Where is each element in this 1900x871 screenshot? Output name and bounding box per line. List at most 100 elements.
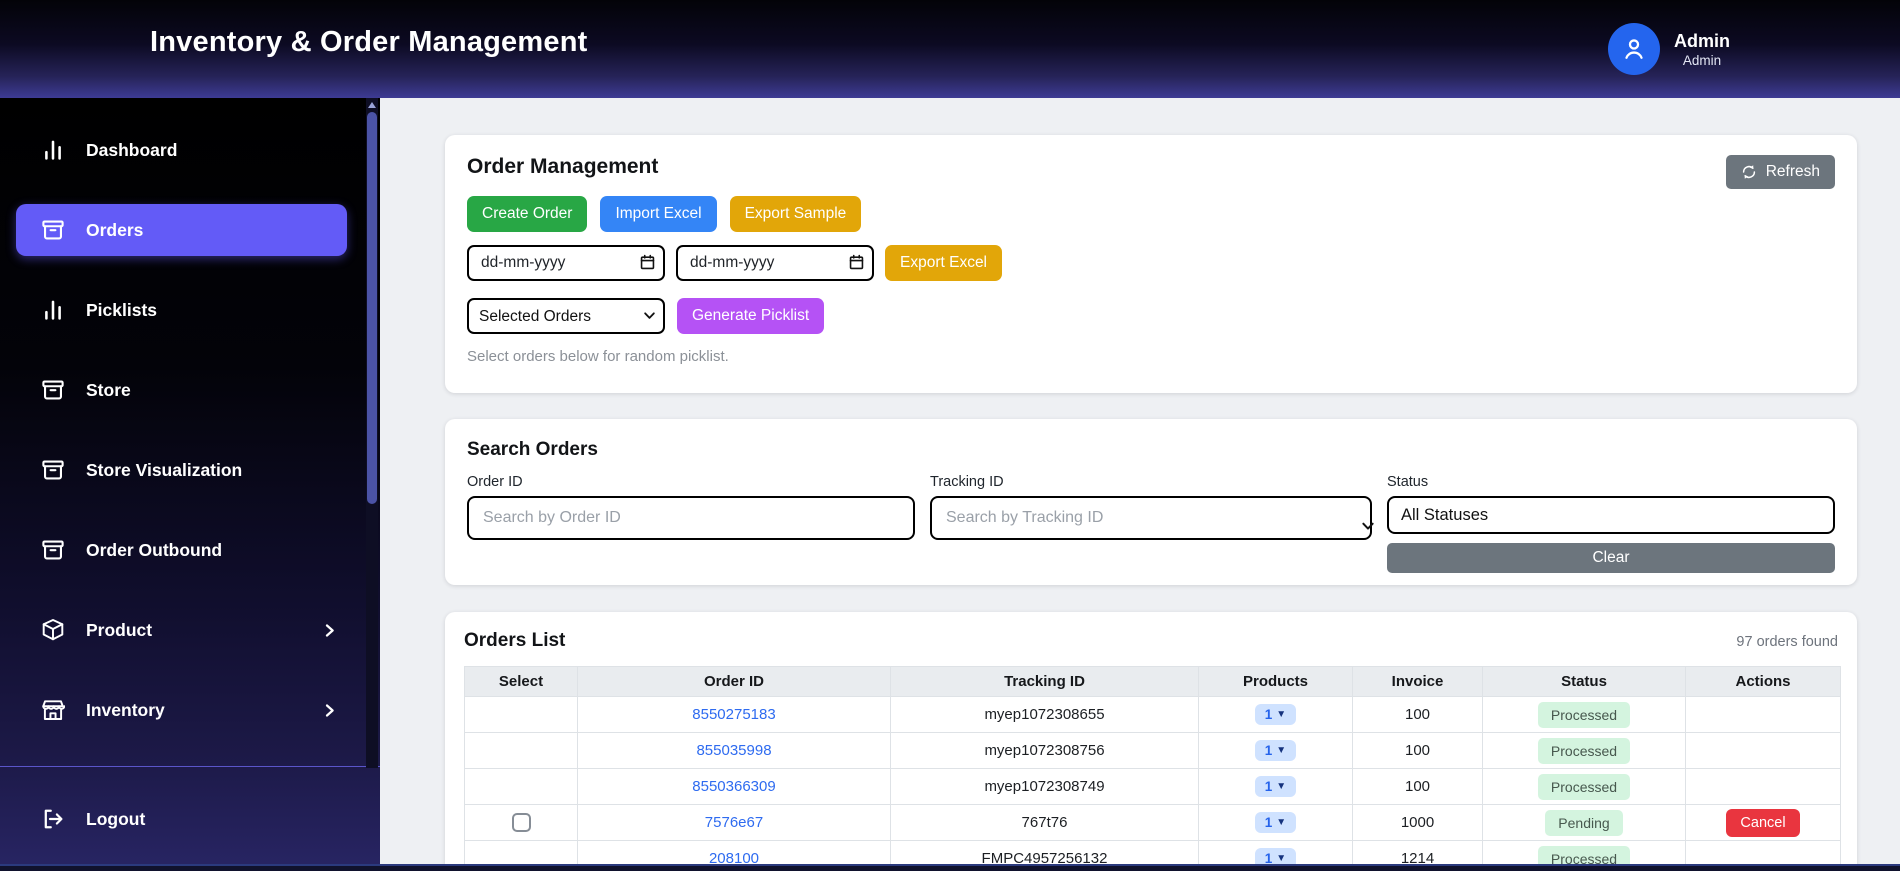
row-select-checkbox[interactable] xyxy=(511,813,531,832)
orders-list-card: Orders List 97 orders found Select Order… xyxy=(445,612,1857,871)
products-dropdown[interactable]: 1 ▼ xyxy=(1254,740,1297,761)
table-row: 8550275183 myep1072308655 1 ▼ 100 Process… xyxy=(464,696,1841,733)
table-header-row: Select Order ID Tracking ID Products Inv… xyxy=(464,666,1841,697)
user-role: Admin xyxy=(1682,52,1722,68)
clear-filters-button[interactable]: Clear xyxy=(1387,543,1835,573)
products-dropdown[interactable]: 1 ▼ xyxy=(1254,812,1297,833)
tracking-id-value: myep1072308655 xyxy=(984,706,1105,723)
actions-cell xyxy=(1685,768,1841,805)
sidebar-item-logout[interactable]: Logout xyxy=(16,793,347,845)
tracking-id-search-input[interactable] xyxy=(930,496,1372,540)
column-header-select: Select xyxy=(464,666,578,697)
orders-table: Select Order ID Tracking ID Products Inv… xyxy=(464,666,1841,871)
order-id-search-input[interactable] xyxy=(467,496,915,540)
scrollbar-up-arrow-icon[interactable] xyxy=(368,102,376,108)
sidebar-item-order-outbound[interactable]: Order Outbound xyxy=(16,524,347,576)
date-to-input[interactable] xyxy=(676,245,874,281)
avatar[interactable] xyxy=(1608,23,1660,75)
order-actions-row: Create Order Import Excel Export Sample xyxy=(467,196,1835,232)
archive-icon xyxy=(40,377,66,403)
generate-picklist-button[interactable]: Generate Picklist xyxy=(677,298,825,334)
order-id-link[interactable]: 8550366309 xyxy=(692,778,775,795)
export-date-row: Export Excel xyxy=(467,245,1835,281)
invoice-value: 100 xyxy=(1404,706,1431,723)
order-id-field-group: Order ID xyxy=(467,474,915,573)
order-management-title: Order Management xyxy=(467,155,659,178)
caret-down-icon: ▼ xyxy=(1276,816,1287,828)
sidebar-item-label: Inventory xyxy=(86,699,165,720)
bar-chart-icon xyxy=(40,297,66,323)
select-cell xyxy=(464,732,578,769)
invoice-value: 100 xyxy=(1404,778,1431,795)
import-excel-button[interactable]: Import Excel xyxy=(600,196,717,232)
sidebar: Dashboard Orders Picklists Store Store V… xyxy=(0,98,380,871)
column-header-order-id: Order ID xyxy=(577,666,891,697)
export-sample-button[interactable]: Export Sample xyxy=(729,196,862,232)
sidebar-item-label: Dashboard xyxy=(86,139,178,160)
archive-icon xyxy=(40,457,66,483)
order-id-link[interactable]: 7576e67 xyxy=(705,814,763,831)
products-dropdown[interactable]: 1 ▼ xyxy=(1254,704,1297,725)
date-from-input[interactable] xyxy=(467,245,665,281)
user-name: Admin xyxy=(1674,30,1730,51)
box-icon xyxy=(40,617,66,643)
picklist-row: Selected Orders Generate Picklist xyxy=(467,298,1835,334)
column-header-invoice: Invoice xyxy=(1352,666,1483,697)
tracking-id-value: 767t76 xyxy=(1021,814,1068,831)
products-count: 1 xyxy=(1264,707,1273,722)
select-cell xyxy=(464,696,578,733)
cancel-order-button[interactable]: Cancel xyxy=(1726,808,1800,837)
status-filter-select[interactable]: All Statuses xyxy=(1387,496,1835,534)
storefront-icon xyxy=(40,697,66,723)
sidebar-item-store[interactable]: Store xyxy=(16,364,347,416)
sidebar-item-dashboard[interactable]: Dashboard xyxy=(16,124,347,176)
select-cell xyxy=(464,768,578,805)
caret-down-icon: ▼ xyxy=(1276,744,1287,756)
chevron-right-icon xyxy=(322,623,337,638)
picklist-mode-select[interactable]: Selected Orders xyxy=(467,298,665,334)
refresh-button[interactable]: Refresh xyxy=(1725,155,1835,189)
actions-cell: Cancel xyxy=(1685,804,1841,841)
sidebar-item-orders[interactable]: Orders xyxy=(16,204,347,256)
sidebar-item-label: Picklists xyxy=(86,299,158,320)
order-id-link[interactable]: 8550275183 xyxy=(692,706,775,723)
caret-down-icon: ▼ xyxy=(1276,708,1287,720)
table-row: 855035998 myep1072308756 1 ▼ 100 Processe… xyxy=(464,732,1841,769)
sidebar-divider xyxy=(0,766,380,767)
sidebar-item-picklists[interactable]: Picklists xyxy=(16,284,347,336)
user-menu[interactable]: Admin Admin xyxy=(1608,23,1730,75)
status-badge: Processed xyxy=(1537,701,1631,728)
user-meta: Admin Admin xyxy=(1674,30,1730,69)
picklist-helper-text: Select orders below for random picklist. xyxy=(467,348,729,365)
tracking-id-value: myep1072308749 xyxy=(984,778,1105,795)
sidebar-item-label: Store xyxy=(86,379,131,400)
column-header-status: Status xyxy=(1482,666,1686,697)
export-excel-button[interactable]: Export Excel xyxy=(885,245,1003,281)
sidebar-item-store-visualization[interactable]: Store Visualization xyxy=(16,444,347,496)
table-row: 8550366309 myep1072308749 1 ▼ 100 Process… xyxy=(464,768,1841,805)
orders-list-title: Orders List xyxy=(464,630,566,651)
sidebar-item-product[interactable]: Product xyxy=(16,604,347,656)
actions-cell xyxy=(1685,732,1841,769)
sidebar-scrollbar-thumb[interactable] xyxy=(367,112,377,504)
table-row: 7576e67 767t76 1 ▼ 1000 Pending Cancel xyxy=(464,804,1841,841)
sidebar-item-label: Orders xyxy=(86,219,144,240)
tracking-id-field-group: Tracking ID xyxy=(930,474,1372,573)
status-badge: Processed xyxy=(1537,773,1631,800)
create-order-button[interactable]: Create Order xyxy=(467,196,588,232)
archive-icon xyxy=(40,217,66,243)
status-badge: Processed xyxy=(1537,737,1631,764)
products-dropdown[interactable]: 1 ▼ xyxy=(1254,776,1297,797)
search-orders-card: Search Orders Order ID Tracking ID Statu… xyxy=(445,419,1857,585)
order-id-link[interactable]: 855035998 xyxy=(696,742,771,759)
status-badge: Pending xyxy=(1545,809,1623,836)
tracking-id-label: Tracking ID xyxy=(930,474,1004,490)
column-header-actions: Actions xyxy=(1685,666,1841,697)
sidebar-item-label: Product xyxy=(86,619,153,640)
sidebar-scrollbar[interactable] xyxy=(366,98,378,768)
order-id-label: Order ID xyxy=(467,474,523,490)
column-header-products: Products xyxy=(1198,666,1353,697)
sidebar-item-inventory[interactable]: Inventory xyxy=(16,684,347,736)
caret-down-icon: ▼ xyxy=(1276,780,1287,792)
tracking-id-value: myep1072308756 xyxy=(984,742,1105,759)
